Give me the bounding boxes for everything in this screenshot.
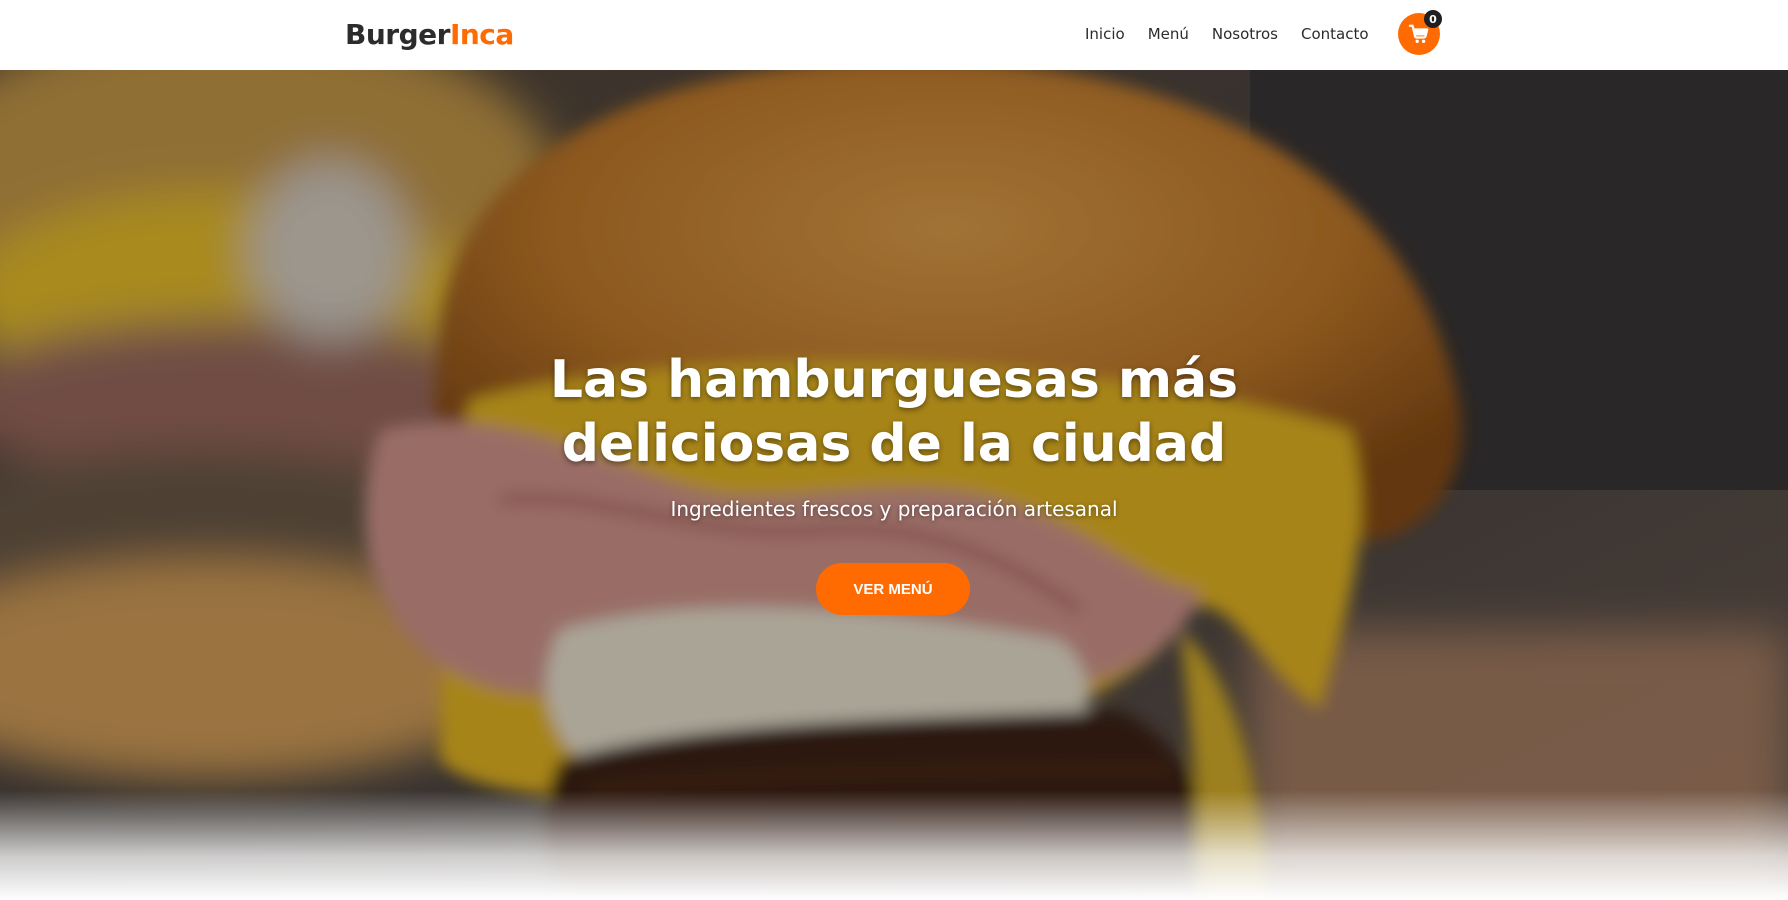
- nav-link-nosotros[interactable]: Nosotros: [1212, 22, 1278, 46]
- site-header: BurgerInca Inicio Menú Nosotros Contacto…: [0, 0, 1788, 70]
- brand-name-part1: Burger: [345, 18, 450, 51]
- hero-title: Las hamburguesas más deliciosas de la ci…: [444, 348, 1344, 476]
- nav-link-inicio[interactable]: Inicio: [1085, 22, 1125, 46]
- hero-title-line2: deliciosas de la ciudad: [561, 414, 1227, 474]
- main-nav: Inicio Menú Nosotros Contacto: [1085, 22, 1392, 46]
- hero-overlay: [0, 70, 1788, 900]
- hero-section: Las hamburguesas más deliciosas de la ci…: [0, 70, 1788, 900]
- cart-button[interactable]: 0: [1398, 10, 1442, 55]
- nav-link-menu[interactable]: Menú: [1148, 22, 1189, 46]
- cart-count-badge: 0: [1424, 10, 1442, 28]
- brand-name-part2: Inca: [449, 18, 514, 51]
- brand-logo[interactable]: BurgerInca: [345, 17, 514, 53]
- hero-bottom-fade: [0, 790, 1788, 900]
- hero-subtitle: Ingredientes frescos y preparación artes…: [670, 497, 1118, 521]
- view-menu-button[interactable]: VER MENÚ: [816, 563, 970, 615]
- nav-link-contacto[interactable]: Contacto: [1301, 22, 1369, 46]
- hero-title-line1: Las hamburguesas más: [549, 350, 1239, 410]
- shopping-cart-icon: [1408, 24, 1429, 43]
